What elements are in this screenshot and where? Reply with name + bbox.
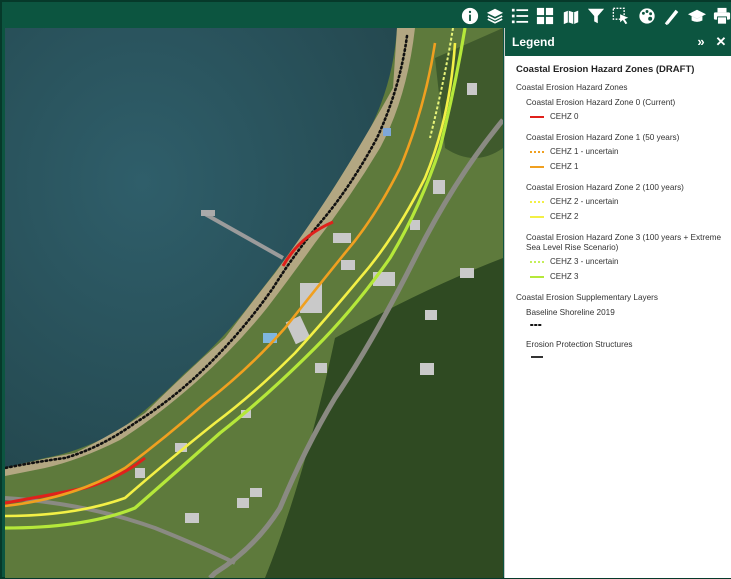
cehz0-swatch: [530, 115, 544, 118]
legend-item-cehz2: CEHZ 2: [530, 212, 723, 221]
layers-icon[interactable]: [484, 5, 505, 26]
toolbar: [2, 2, 731, 28]
aerial-map: [5, 28, 503, 578]
cehz3-uncertain-swatch: [530, 260, 544, 263]
wharf-head: [201, 210, 215, 216]
map-view[interactable]: [5, 28, 503, 578]
legend-zone3-label: Coastal Erosion Hazard Zone 3 (100 years…: [526, 233, 722, 252]
legend-header-title: Legend: [512, 35, 555, 49]
basemap-grid-icon[interactable]: [534, 5, 555, 26]
palette-icon[interactable]: [636, 5, 657, 26]
legend-group-supplementary: Coastal Erosion Supplementary Layers: [516, 293, 658, 302]
cehz3-swatch: [530, 275, 544, 278]
legend-item-cehz1-label: CEHZ 1: [550, 162, 579, 171]
legend-group-hazard: Coastal Erosion Hazard Zones: [516, 83, 628, 92]
info-icon[interactable]: [459, 5, 480, 26]
legend-item-cehz0: CEHZ 0: [530, 112, 723, 121]
legend-layer-title: Coastal Erosion Hazard Zones (DRAFT): [516, 64, 695, 75]
legend-item-protection: [530, 354, 723, 360]
cehz1-swatch: [530, 165, 544, 168]
legend-item-cehz3-uncertain: CEHZ 3 - uncertain: [530, 257, 723, 266]
legend-header: Legend » ✕: [505, 28, 731, 56]
print-map-icon[interactable]: [560, 5, 581, 26]
protection-structure-swatch: [531, 356, 543, 358]
legend-item-cehz1-uncertain-label: CEHZ 1 - uncertain: [550, 147, 619, 156]
legend-item-cehz3-label: CEHZ 3: [550, 272, 579, 281]
legend-body: Coastal Erosion Hazard Zones (DRAFT) Coa…: [505, 56, 731, 360]
legend-list-icon[interactable]: [509, 5, 530, 26]
legend-item-cehz2-uncertain: CEHZ 2 - uncertain: [530, 197, 723, 206]
legend-item-cehz1: CEHZ 1: [530, 162, 723, 171]
printer-icon[interactable]: [711, 5, 731, 26]
cehz2-swatch: [530, 215, 544, 218]
legend-item-baseline: [530, 322, 723, 328]
legend-protection-label: Erosion Protection Structures: [526, 340, 633, 349]
baseline-shoreline-swatch: [530, 324, 544, 326]
select-icon[interactable]: [610, 5, 631, 26]
legend-panel: Legend » ✕ Coastal Erosion Hazard Zones …: [504, 28, 731, 578]
cehz1-uncertain-swatch: [530, 150, 544, 153]
app-frame: Legend » ✕ Coastal Erosion Hazard Zones …: [0, 0, 731, 579]
cehz2-uncertain-swatch: [530, 200, 544, 203]
measure-icon[interactable]: [661, 5, 682, 26]
collapse-icon[interactable]: »: [693, 34, 709, 50]
legend-item-cehz0-label: CEHZ 0: [550, 112, 579, 121]
legend-baseline-label: Baseline Shoreline 2019: [526, 308, 615, 317]
legend-item-cehz2-uncertain-label: CEHZ 2 - uncertain: [550, 197, 619, 206]
close-icon[interactable]: ✕: [713, 34, 729, 50]
legend-item-cehz3: CEHZ 3: [530, 272, 723, 281]
filter-icon[interactable]: [585, 5, 606, 26]
legend-item-cehz3-uncertain-label: CEHZ 3 - uncertain: [550, 257, 619, 266]
legend-zone2-label: Coastal Erosion Hazard Zone 2 (100 years…: [526, 183, 684, 192]
legend-item-cehz2-label: CEHZ 2: [550, 212, 579, 221]
legend-item-cehz1-uncertain: CEHZ 1 - uncertain: [530, 147, 723, 156]
education-icon[interactable]: [686, 5, 707, 26]
legend-zone1-label: Coastal Erosion Hazard Zone 1 (50 years): [526, 133, 680, 142]
legend-zone0-label: Coastal Erosion Hazard Zone 0 (Current): [526, 98, 676, 107]
